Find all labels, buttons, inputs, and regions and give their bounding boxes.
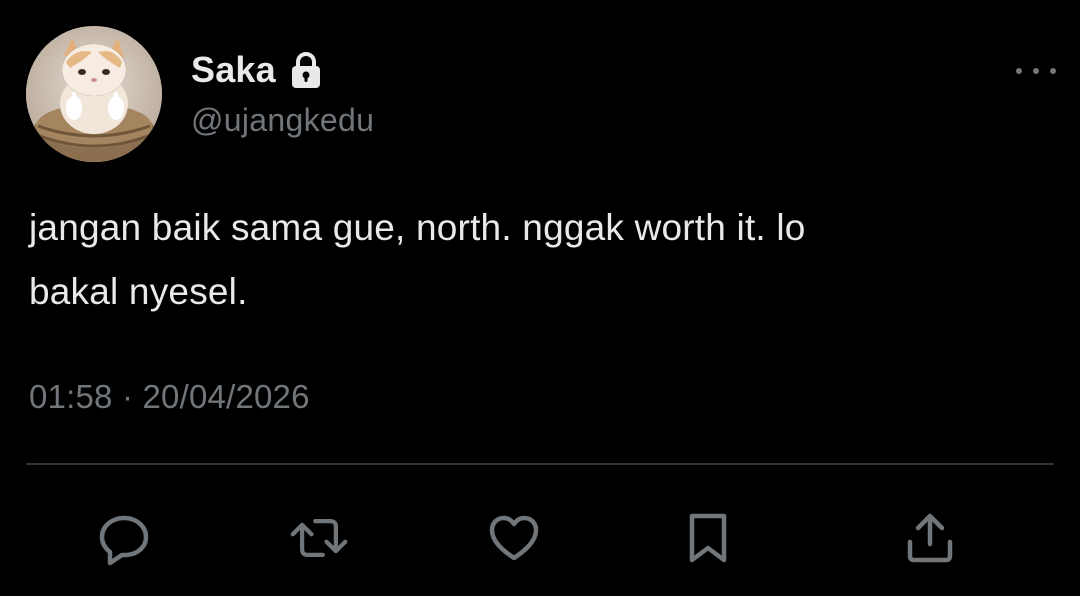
action-bar xyxy=(0,508,1080,568)
retweet-icon xyxy=(290,519,348,557)
more-dot xyxy=(1033,68,1039,74)
tweet-timestamp[interactable]: 01:58 · 20/04/2026 xyxy=(29,378,310,416)
user-handle[interactable]: @ujangkedu xyxy=(191,102,374,139)
share-icon xyxy=(907,513,953,563)
cat-avatar-icon xyxy=(26,26,162,162)
reply-button[interactable] xyxy=(94,508,154,568)
heart-icon xyxy=(489,515,539,561)
reply-icon xyxy=(99,515,149,566)
display-name[interactable]: Saka xyxy=(191,49,276,91)
display-name-row: Saka xyxy=(191,48,322,92)
bookmark-button[interactable] xyxy=(678,508,738,568)
avatar[interactable] xyxy=(26,26,162,162)
lock-icon xyxy=(290,51,322,89)
retweet-button[interactable] xyxy=(289,508,349,568)
bookmark-icon xyxy=(689,513,727,563)
more-dot xyxy=(1050,68,1056,74)
like-button[interactable] xyxy=(484,508,544,568)
tweet-detail: Saka @ujangkedu jangan baik sama gue, no… xyxy=(0,0,1080,596)
tweet-text: jangan baik sama gue, north. nggak worth… xyxy=(29,207,806,312)
more-dot xyxy=(1016,68,1022,74)
more-options-icon[interactable] xyxy=(1016,56,1056,86)
share-button[interactable] xyxy=(900,508,960,568)
divider xyxy=(26,463,1054,465)
